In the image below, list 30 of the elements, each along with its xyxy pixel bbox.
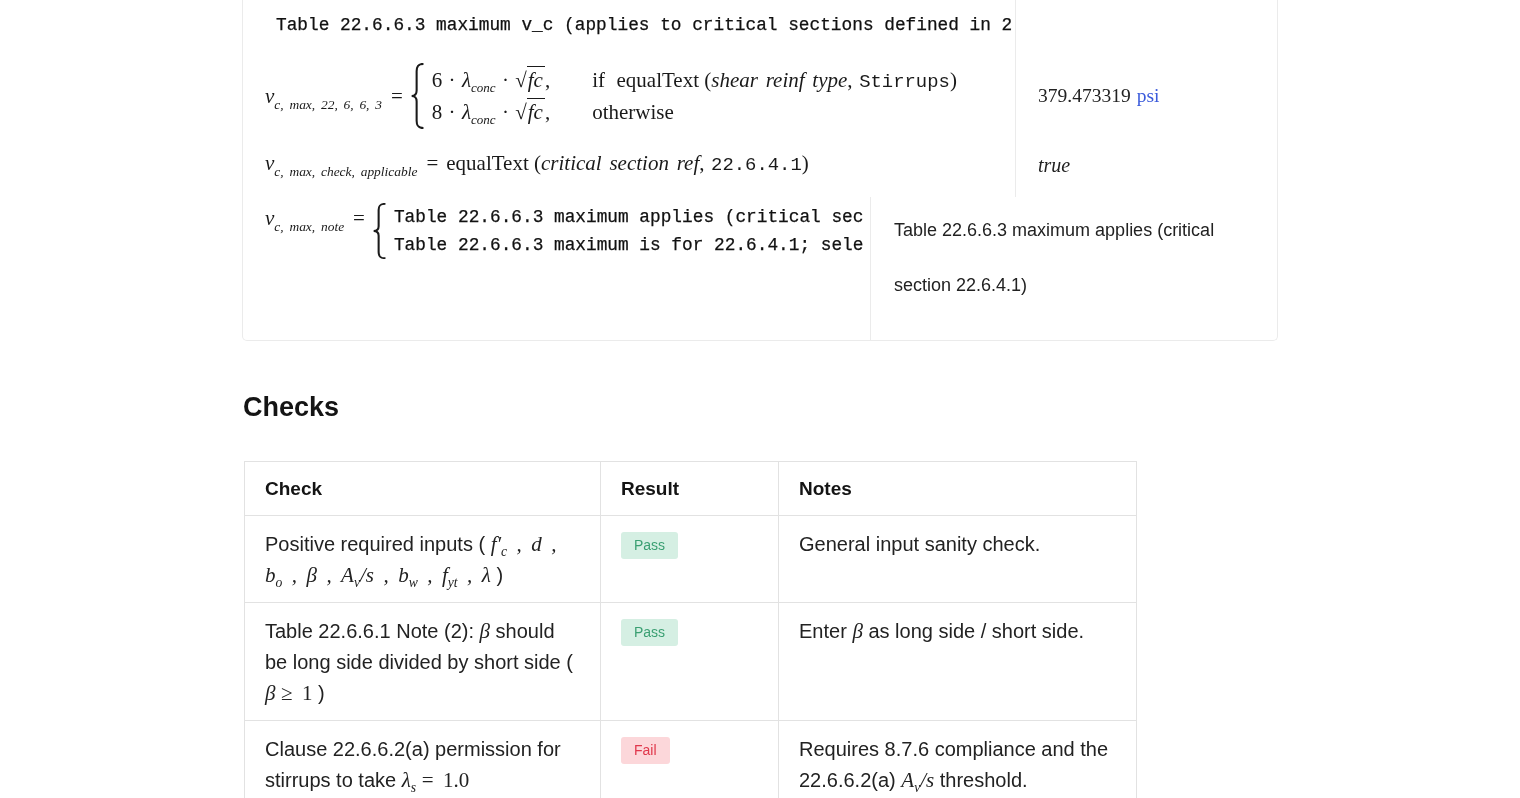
brace-icon [410, 63, 424, 129]
column-header: Check [244, 461, 601, 516]
result-note: Table 22.6.6.3 maximum applies (critical section 22.6.4.1) [894, 219, 1216, 297]
formula-lhs: v$_{c, max, 22, 6, 6, 3}$ = [265, 83, 403, 111]
column-header: Result [600, 461, 779, 516]
column-header: Notes [778, 461, 1137, 516]
formula-expression: equalText (critical section ref, 22.6.4.1) [446, 150, 809, 178]
result-value: true [1038, 153, 1071, 178]
check-text: Clause 22.6.6.2(a) permission for stirrups to take λ$_{s}$ = 1.0 [265, 737, 562, 796]
unit-label: psi [1136, 84, 1160, 108]
status-badge: Pass [621, 619, 679, 646]
case-expression: 8 · λ$_{conc}$ · √fc, [431, 97, 551, 127]
case-condition: if equalText (shear reinf type, Stirrups) [592, 67, 957, 95]
section-heading: Checks [243, 391, 341, 424]
case-expression: 6 · λ$_{conc}$ · √fc, [431, 65, 551, 97]
formula-lhs: v$_{c, max, check, applicable}$ = [265, 150, 439, 178]
case-text: Table 22.6.6.3 maximum is for 22.6.4.1; sele [393, 234, 864, 257]
case-condition: otherwise [592, 99, 675, 126]
check-text: Positive required inputs ( f′$_{c}$ , d , b$_{o}$ , β , A$_{v}$/s , b$_{w}$ , f$_{yt}$ , λ ) [265, 531, 558, 591]
note-text: Requires 8.7.6 compliance and the 22.6.6.2(a) A$_{v}$/s threshold. [799, 737, 1110, 796]
formula-lhs: v$_{c, max, note}$ = [265, 205, 365, 233]
brace-icon [372, 203, 386, 259]
status-badge: Pass [621, 532, 679, 559]
note-text: Enter β as long side / short side. [799, 618, 1086, 645]
case-text: Table 22.6.6.3 maximum applies (critical sec [393, 206, 864, 229]
result-value: 379.473319 [1038, 84, 1131, 108]
status-badge: Fail [621, 737, 670, 764]
note-text: General input sanity check. [799, 532, 1042, 557]
check-text: Table 22.6.6.1 Note (2): β should be long side divided by short side ( β ≥ 1 ) [265, 618, 574, 707]
calc-title: Table 22.6.6.3 maximum v_c (applies to critical sections defined in 2 [276, 15, 1013, 35]
